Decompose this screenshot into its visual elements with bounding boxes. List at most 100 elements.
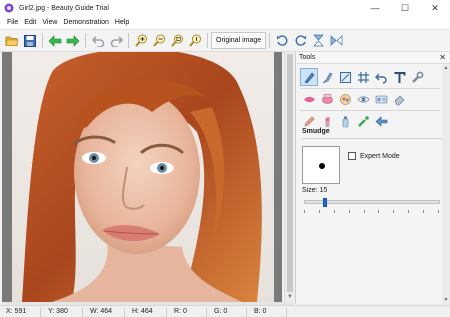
size-slider[interactable] — [304, 198, 440, 207]
tools-title: Tools — [299, 54, 316, 61]
undo-curve-icon[interactable] — [372, 68, 390, 86]
brush-icon[interactable] — [318, 68, 336, 86]
tool-row-separator — [300, 110, 440, 111]
status-g: G: 0 — [214, 308, 228, 315]
menu-file[interactable]: File — [4, 19, 21, 26]
back-arrow-icon[interactable] — [46, 32, 64, 50]
maximize-button[interactable]: ☐ — [390, 0, 420, 16]
status-divider — [286, 307, 287, 317]
status-divider — [246, 307, 247, 317]
blush-icon[interactable] — [318, 90, 336, 108]
menu-edit[interactable]: Edit — [21, 19, 39, 26]
image-canvas[interactable] — [2, 52, 282, 302]
zoom-fit-icon[interactable] — [168, 32, 186, 50]
size-label: Size: 15 — [302, 187, 328, 194]
slider-tick — [378, 210, 379, 213]
slider-tick — [334, 210, 335, 213]
toolbar-separator — [269, 33, 271, 48]
minimize-button[interactable]: — — [360, 0, 390, 16]
menu-view[interactable]: View — [39, 19, 60, 26]
slider-tick — [349, 210, 350, 213]
flip-vertical-icon[interactable] — [309, 32, 327, 50]
tools-panel-scrollbar[interactable]: ▲ ▼ — [442, 64, 450, 304]
zoom-in-icon[interactable] — [132, 32, 150, 50]
tools-panel-header: Tools — [296, 52, 450, 64]
scrollbar-thumb[interactable] — [287, 54, 293, 292]
slider-tick — [319, 210, 320, 213]
eye-shadow-icon[interactable] — [372, 90, 390, 108]
save-icon[interactable] — [21, 32, 39, 50]
rotate-left-icon[interactable] — [273, 32, 291, 50]
back-icon[interactable] — [372, 112, 390, 130]
window-title: Girl2.jpg - Beauty Guide Trial — [19, 4, 109, 12]
status-bar: X: 591 Y: 380 W: 464 H: 464 R: 0 G: 0 B:… — [0, 305, 450, 317]
status-r: R: 0 — [174, 308, 187, 315]
open-folder-icon[interactable] — [3, 32, 21, 50]
text-icon[interactable] — [390, 68, 408, 86]
size-slider-thumb[interactable] — [323, 198, 327, 207]
grid-icon[interactable] — [354, 68, 372, 86]
scroll-down-icon[interactable]: ▼ — [286, 294, 294, 300]
wrench-icon[interactable] — [408, 68, 426, 86]
status-divider — [40, 307, 41, 317]
scroll-down-icon[interactable]: ▼ — [442, 297, 450, 303]
tool-row-2 — [300, 90, 408, 108]
section-divider — [302, 138, 442, 139]
canvas-vertical-scrollbar[interactable]: ▼ — [284, 52, 294, 302]
slider-tick — [304, 210, 305, 213]
expert-mode-label: Expert Mode — [360, 152, 400, 160]
bottle-icon[interactable] — [336, 112, 354, 130]
status-divider — [166, 307, 167, 317]
spray-icon[interactable] — [354, 112, 372, 130]
eraser-icon[interactable] — [390, 90, 408, 108]
flip-horizontal-icon[interactable] — [327, 32, 345, 50]
close-button[interactable]: ✕ — [420, 0, 450, 16]
slider-tick — [408, 210, 409, 213]
portrait-photo[interactable] — [12, 52, 274, 302]
smudge-brush-icon[interactable] — [300, 68, 318, 86]
redo-icon[interactable] — [107, 32, 125, 50]
toolbar-separator — [42, 33, 43, 48]
status-divider — [124, 307, 125, 317]
toolbar: Original image — [0, 30, 450, 52]
undo-icon[interactable] — [89, 32, 107, 50]
slider-tick — [393, 210, 394, 213]
tool-row-separator — [300, 88, 440, 89]
toolbar-separator — [85, 33, 86, 48]
status-divider — [206, 307, 207, 317]
original-image-button[interactable]: Original image — [211, 32, 267, 49]
status-h: H: 464 — [132, 308, 153, 315]
toolbar-separator — [207, 33, 208, 48]
tools-close-button[interactable]: ✕ — [439, 53, 446, 62]
expert-mode-checkbox[interactable] — [348, 152, 356, 160]
menu-bar: File Edit View Demonstration Help — [0, 16, 450, 30]
status-w: W: 464 — [90, 308, 113, 315]
slider-tick — [423, 210, 424, 213]
menu-demonstration[interactable]: Demonstration — [60, 19, 112, 26]
expert-mode-option[interactable]: Expert Mode — [348, 152, 400, 160]
tool-row-1 — [300, 68, 426, 86]
rotate-right-icon[interactable] — [291, 32, 309, 50]
slider-tick — [364, 210, 365, 213]
crop-icon[interactable] — [336, 68, 354, 86]
slider-tick — [438, 210, 439, 213]
status-divider — [82, 307, 83, 317]
toolbar-separator — [128, 33, 129, 48]
title-bar: Girl2.jpg - Beauty Guide Trial — ☐ ✕ — [0, 0, 450, 16]
tools-panel: Tools ✕ Smudge Expert Mode Size: 15 ▲ ▼ — [295, 52, 450, 304]
smudge-section-title: Smudge — [302, 128, 330, 135]
size-slider-ticks — [304, 210, 440, 213]
zoom-actual-icon[interactable] — [186, 32, 204, 50]
scroll-up-icon[interactable]: ▲ — [442, 65, 450, 71]
status-y: Y: 380 — [48, 308, 68, 315]
menu-help[interactable]: Help — [112, 19, 132, 26]
status-b: B: 0 — [254, 308, 267, 315]
face-paint-icon[interactable] — [336, 90, 354, 108]
app-icon — [4, 3, 14, 13]
lips-icon[interactable] — [300, 90, 318, 108]
status-x: X: 591 — [6, 308, 27, 315]
forward-arrow-icon[interactable] — [64, 32, 82, 50]
eye-icon[interactable] — [354, 90, 372, 108]
brush-preview — [302, 146, 340, 184]
zoom-out-icon[interactable] — [150, 32, 168, 50]
